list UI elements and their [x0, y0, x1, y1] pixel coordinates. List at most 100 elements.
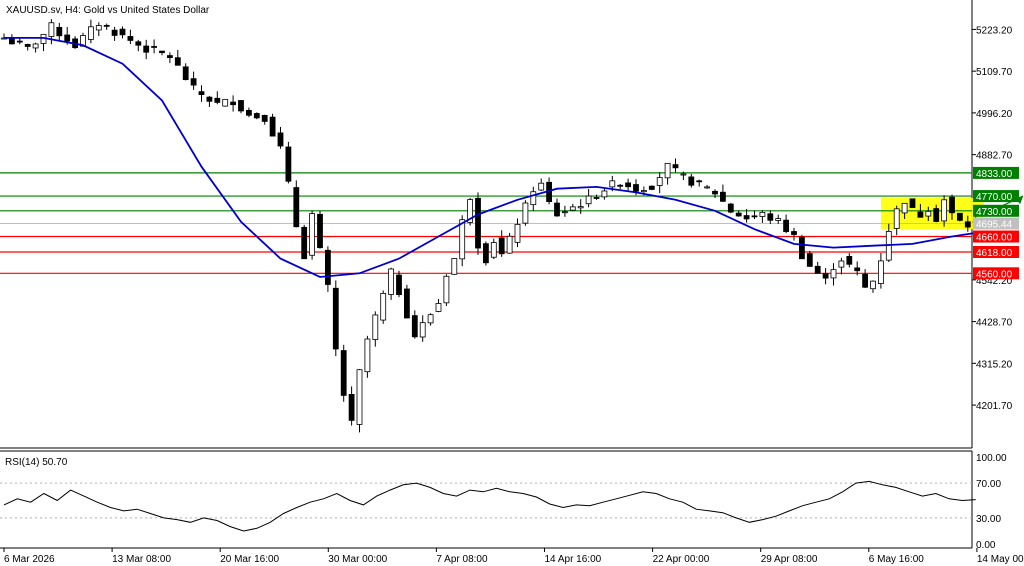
candle-body — [878, 260, 884, 284]
candle-body — [949, 196, 955, 214]
candle-body — [656, 177, 663, 186]
time-tick-label: 30 Mar 00:00 — [328, 554, 387, 565]
time-tick-label: 29 Apr 08:00 — [761, 554, 818, 565]
candle-body — [32, 43, 39, 49]
candle-body — [854, 267, 861, 272]
candle-body — [822, 273, 829, 279]
candle-body — [648, 185, 655, 190]
candle-body — [775, 218, 782, 221]
candle-body — [957, 212, 963, 221]
time-tick-label: 14 Apr 16:00 — [544, 554, 601, 565]
candle-body — [562, 211, 568, 214]
candle-body — [712, 190, 718, 195]
candle-body — [609, 180, 616, 188]
candle-body — [482, 243, 489, 264]
rsi-title: RSI(14) 50.70 — [5, 457, 68, 468]
candle-body — [230, 101, 237, 106]
candle-body — [348, 394, 355, 421]
candle-body — [411, 315, 418, 338]
candle-body — [538, 182, 545, 191]
candle-body — [593, 197, 600, 199]
candle-body — [135, 41, 142, 46]
time-tick-label: 13 Mar 08:00 — [112, 554, 171, 565]
candle-body — [727, 203, 734, 213]
level-label: 4560.00 — [976, 269, 1013, 280]
candle-body — [380, 293, 387, 321]
level-label: 4730.00 — [976, 207, 1013, 218]
candle-body — [340, 350, 347, 396]
candle-body — [601, 190, 608, 198]
candle-body — [791, 231, 797, 235]
candle-body — [16, 40, 23, 43]
rsi-tick-label: 100.00 — [976, 453, 1007, 464]
candle-body — [111, 29, 118, 36]
candle-body — [356, 369, 363, 425]
candle-body — [253, 113, 260, 119]
time-tick-label: 20 Mar 16:00 — [220, 554, 279, 565]
candle-body — [88, 26, 94, 40]
candle-body — [214, 97, 221, 103]
candle-body — [419, 322, 426, 338]
candle-body — [964, 221, 971, 228]
candle-body — [806, 253, 813, 267]
time-tick-label: 14 May 00:00 — [977, 554, 1024, 565]
rsi-tick-label: 70.00 — [976, 479, 1001, 490]
candle-body — [490, 242, 497, 258]
candle-body — [166, 55, 173, 58]
candle-body — [641, 190, 647, 193]
candle-body — [554, 202, 560, 217]
candle-body — [309, 213, 316, 256]
candle-body — [814, 265, 821, 274]
candle-body — [182, 66, 189, 81]
candle-body — [396, 274, 402, 296]
candle-body — [174, 57, 181, 66]
candle-body — [332, 287, 339, 350]
price-tick-label: 4428.70 — [976, 318, 1013, 329]
time-tick-label: 6 May 16:00 — [869, 554, 924, 565]
level-label: 4770.00 — [976, 192, 1013, 203]
candle-body — [664, 162, 671, 179]
time-tick-label: 6 Mar 2026 — [4, 554, 55, 565]
candle-body — [198, 91, 205, 96]
candle-body — [127, 36, 134, 41]
candle-body — [206, 96, 213, 102]
candle-body — [56, 26, 63, 37]
candle-body — [846, 256, 853, 265]
candle-body — [720, 191, 726, 202]
candle-body — [119, 28, 126, 36]
candle-body — [783, 219, 789, 233]
candle-body — [680, 173, 687, 176]
candle-body — [277, 132, 284, 147]
candle-body — [830, 269, 837, 279]
candle-body — [696, 180, 703, 183]
candle-body — [799, 236, 805, 260]
candle-body — [451, 258, 458, 275]
candle-body — [925, 210, 932, 217]
candle-body — [862, 273, 868, 288]
time-tick-label: 22 Apr 00:00 — [653, 554, 710, 565]
rsi-tick-label: 0.00 — [976, 540, 996, 551]
candle-body — [759, 211, 766, 217]
candle-body — [688, 176, 695, 186]
candle-body — [475, 197, 481, 249]
price-tick-label: 4201.70 — [976, 401, 1013, 412]
candle-body — [324, 249, 331, 285]
candle-body — [8, 37, 15, 45]
candle-body — [743, 215, 750, 220]
candle-body — [672, 164, 679, 169]
candle-body — [917, 211, 924, 218]
level-label: 4618.00 — [976, 248, 1013, 259]
candle-body — [245, 109, 252, 116]
candle-body — [238, 100, 244, 112]
candle-body — [388, 268, 395, 295]
price-tick-label: 4882.70 — [976, 151, 1013, 162]
candle-body — [48, 22, 55, 37]
candle-body — [443, 275, 450, 304]
candle-body — [222, 98, 229, 107]
rsi-tick-label: 30.00 — [976, 514, 1001, 525]
price-tick-label: 5223.20 — [976, 25, 1013, 36]
candle-body — [293, 187, 300, 228]
candle-body — [151, 46, 158, 48]
candle-body — [498, 237, 505, 255]
candle-body — [585, 195, 592, 205]
